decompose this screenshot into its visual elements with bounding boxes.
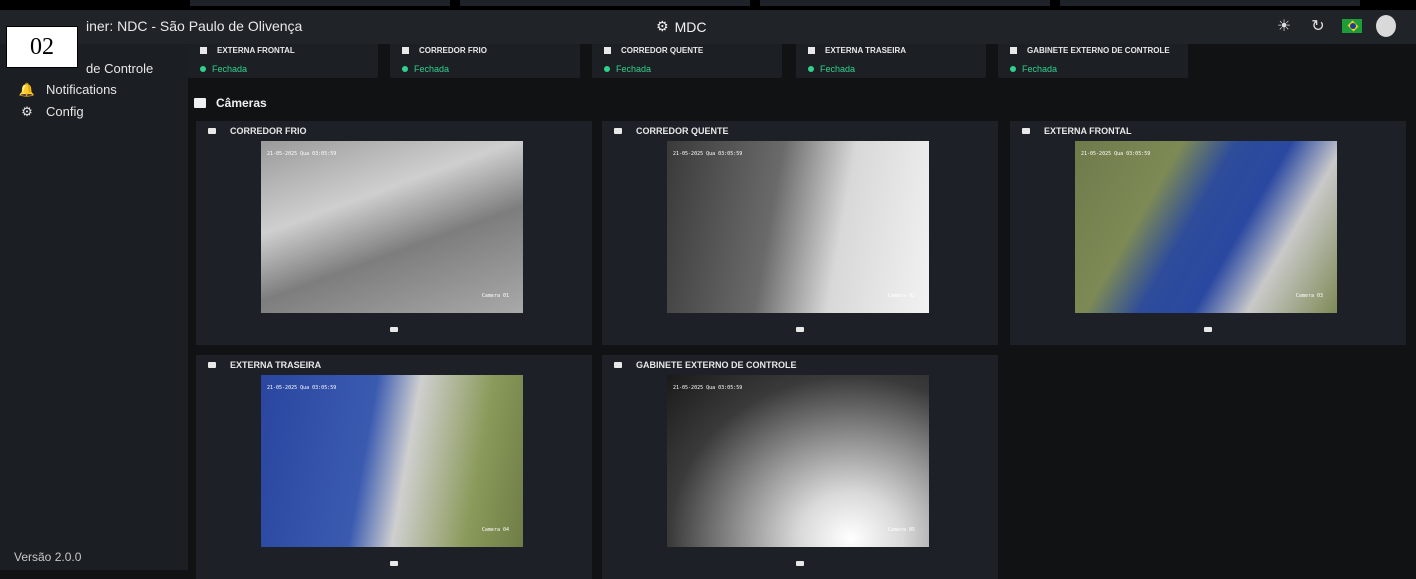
gear-icon: ⚙: [21, 103, 33, 119]
fullscreen-icon[interactable]: [390, 560, 398, 566]
camera-label: Camera 02: [887, 293, 915, 299]
camera-icon: [194, 98, 206, 108]
camera-feed[interactable]: 21-05-2025 Qua 03:05:59 Camera 03: [1075, 141, 1337, 313]
camera-card-gabinete-externo: GABINETE EXTERNO DE CONTROLE 21-05-2025 …: [602, 355, 998, 579]
cameras-title-label: Câmeras: [216, 96, 267, 110]
door-name: GABINETE EXTERNO DE CONTROLE: [1027, 46, 1170, 55]
camera-timestamp: 21-05-2025 Qua 03:05:59: [267, 385, 337, 391]
door-card-gabinete-externo: GABINETE EXTERNO DE CONTROLE Fechada: [998, 44, 1188, 78]
camera-label: Camera 05: [887, 527, 915, 533]
gear-icon: ⚙: [656, 18, 669, 34]
door-name: EXTERNA FRONTAL: [217, 46, 295, 55]
camera-timestamp: 21-05-2025 Qua 03:05:59: [673, 151, 743, 157]
sidebar-item-label: Config: [46, 104, 84, 119]
theme-toggle-sun-icon[interactable]: ☀: [1274, 16, 1294, 36]
door-status: Fechada: [414, 64, 450, 74]
sidebar-item-label: Notifications: [46, 82, 117, 97]
sidebar-item-notifications[interactable]: 🔔 Notifications: [18, 81, 117, 98]
camera-name: GABINETE EXTERNO DE CONTROLE: [636, 360, 797, 370]
door-status: Fechada: [820, 64, 856, 74]
camera-feed[interactable]: 21-05-2025 Qua 03:05:59 Camera 04: [261, 375, 523, 547]
fullscreen-icon[interactable]: [796, 326, 804, 332]
top-bar: iner: NDC - São Paulo de Olivença ⚙ MDC …: [0, 10, 1416, 45]
avatar[interactable]: [1376, 15, 1396, 37]
door-card-externa-traseira: EXTERNA TRASEIRA Fechada: [796, 44, 986, 78]
main-content: EXTERNA FRONTAL Fechada CORREDOR FRIO Fe…: [188, 44, 1416, 579]
camera-name: EXTERNA TRASEIRA: [230, 360, 322, 370]
refresh-icon[interactable]: ↻: [1308, 16, 1328, 36]
sidebar: de Controle 🔔 Notifications ⚙ Config Ver…: [0, 44, 189, 570]
cameras-section-title: Câmeras: [194, 96, 267, 110]
door-icon: [402, 47, 409, 54]
door-icon: [808, 47, 815, 54]
top-strip-segment: [760, 0, 1050, 6]
app-title: ⚙ MDC: [656, 18, 706, 35]
door-icon: [1010, 47, 1017, 54]
sidebar-item-config[interactable]: ⚙ Config: [20, 103, 84, 120]
camera-label: Camera 04: [481, 527, 509, 533]
camera-timestamp: 21-05-2025 Qua 03:05:59: [267, 151, 337, 157]
fullscreen-icon[interactable]: [390, 326, 398, 332]
status-dot-icon: [808, 66, 814, 72]
door-name: CORREDOR FRIO: [419, 46, 487, 55]
camera-label: Camera 03: [1295, 293, 1323, 299]
video-camera-icon: [614, 362, 622, 368]
top-icons: ☀ ↻: [1274, 15, 1396, 37]
camera-feed[interactable]: 21-05-2025 Qua 03:05:59 Camera 02: [667, 141, 929, 313]
camera-label: Camera 01: [481, 293, 509, 299]
camera-card-corredor-quente: CORREDOR QUENTE 21-05-2025 Qua 03:05:59 …: [602, 121, 998, 345]
door-card-externa-frontal: EXTERNA FRONTAL Fechada: [188, 44, 378, 78]
top-strip-segment: [190, 0, 450, 6]
fullscreen-icon[interactable]: [796, 560, 804, 566]
top-strip-segment: [460, 0, 750, 6]
camera-name: CORREDOR FRIO: [230, 126, 307, 136]
door-status: Fechada: [212, 64, 248, 74]
camera-card-externa-frontal: EXTERNA FRONTAL 21-05-2025 Qua 03:05:59 …: [1010, 121, 1406, 345]
video-camera-icon: [208, 128, 216, 134]
camera-feed[interactable]: 21-05-2025 Qua 03:05:59 Camera 05: [667, 375, 929, 547]
alarm-icon: 🔔: [18, 81, 36, 97]
status-dot-icon: [402, 66, 408, 72]
video-camera-icon: [614, 128, 622, 134]
camera-timestamp: 21-05-2025 Qua 03:05:59: [1081, 151, 1151, 157]
door-status: Fechada: [616, 64, 652, 74]
status-dot-icon: [604, 66, 610, 72]
camera-name: EXTERNA FRONTAL: [1044, 126, 1132, 136]
video-camera-icon: [1022, 128, 1030, 134]
camera-card-externa-traseira: EXTERNA TRASEIRA 21-05-2025 Qua 03:05:59…: [196, 355, 592, 579]
status-dot-icon: [200, 66, 206, 72]
container-title: iner: NDC - São Paulo de Olivença: [86, 18, 303, 34]
door-status: Fechada: [1022, 64, 1058, 74]
camera-feed[interactable]: 21-05-2025 Qua 03:05:59 Camera 01: [261, 141, 523, 313]
annotation-badge: 02: [6, 26, 78, 68]
sidebar-item-painel[interactable]: de Controle: [86, 61, 153, 76]
status-dot-icon: [1010, 66, 1016, 72]
door-card-corredor-quente: CORREDOR QUENTE Fechada: [592, 44, 782, 78]
door-icon: [200, 47, 207, 54]
camera-timestamp: 21-05-2025 Qua 03:05:59: [673, 385, 743, 391]
app-version: Versão 2.0.0: [14, 550, 82, 564]
top-strip: [0, 0, 1416, 10]
door-icon: [604, 47, 611, 54]
door-card-corredor-frio: CORREDOR FRIO Fechada: [390, 44, 580, 78]
door-name: CORREDOR QUENTE: [621, 46, 704, 55]
camera-card-corredor-frio: CORREDOR FRIO 21-05-2025 Qua 03:05:59 Ca…: [196, 121, 592, 345]
video-camera-icon: [208, 362, 216, 368]
fullscreen-icon[interactable]: [1204, 326, 1212, 332]
camera-name: CORREDOR QUENTE: [636, 126, 729, 136]
sidebar-item-label: de Controle: [86, 61, 154, 76]
top-strip-segment: [1060, 0, 1360, 6]
door-name: EXTERNA TRASEIRA: [825, 46, 907, 55]
language-flag-brazil-icon[interactable]: [1342, 16, 1362, 36]
app-title-label: MDC: [674, 18, 707, 35]
